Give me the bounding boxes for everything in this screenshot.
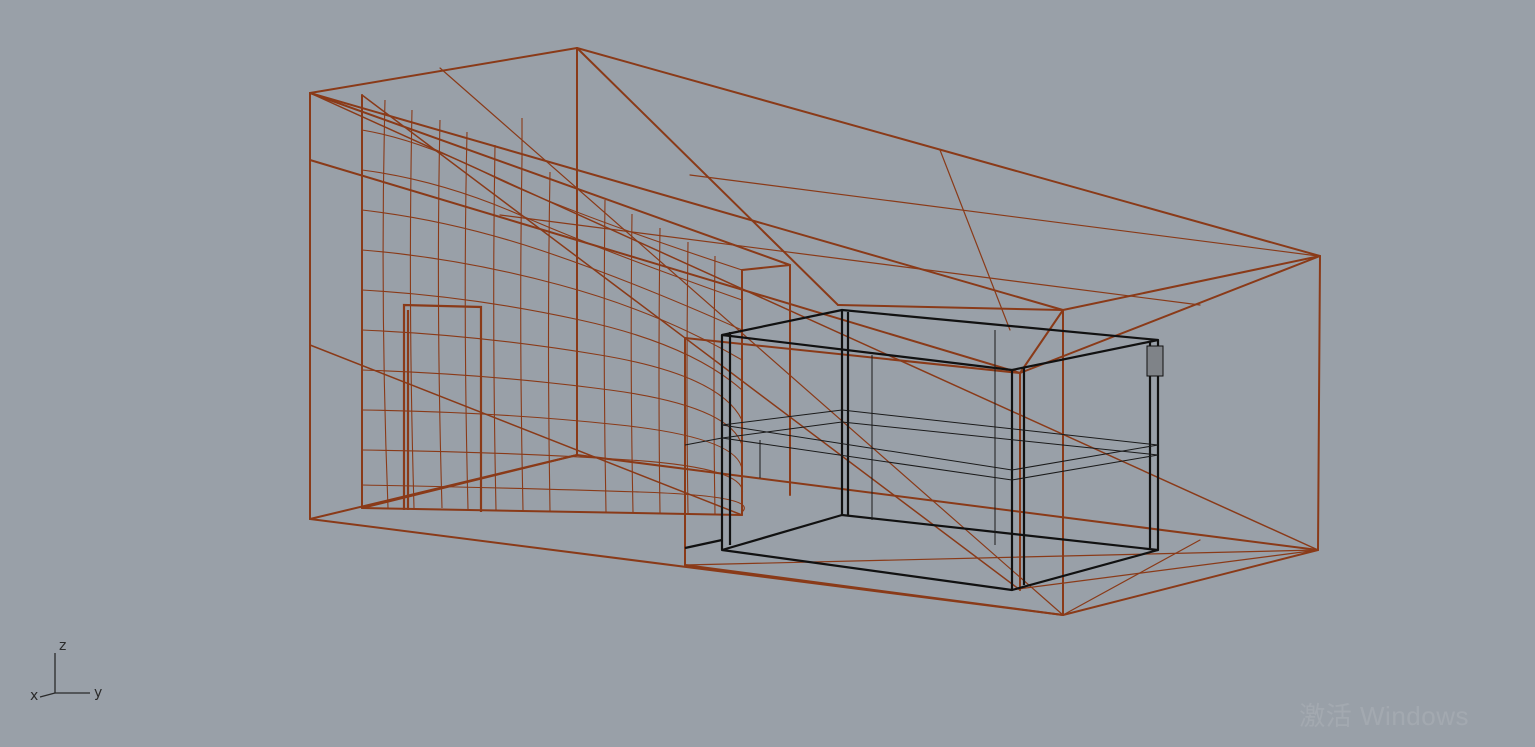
room-edge <box>576 47 839 306</box>
wireframe-scene[interactable]: z y x <box>0 0 1535 747</box>
cabinet-edge <box>684 538 723 550</box>
x-axis-line <box>39 692 56 698</box>
mesh-line <box>520 157 524 511</box>
shelf-edge <box>721 409 1159 471</box>
room-shell-wireframe[interactable] <box>309 47 1321 616</box>
mesh-line <box>713 255 716 515</box>
room-edge <box>309 92 1064 311</box>
mesh-line <box>361 169 743 301</box>
room-edge <box>1317 255 1321 551</box>
viewport-canvas[interactable]: z y x 激活 Windows <box>0 0 1535 747</box>
room-edge <box>1062 549 1319 616</box>
mesh-line <box>658 227 661 514</box>
cabinet-wireframe[interactable] <box>684 308 1160 592</box>
z-axis-label: z <box>59 638 66 654</box>
room-edge <box>939 149 1011 331</box>
room-edge <box>1062 539 1201 616</box>
mesh-line <box>361 129 743 271</box>
room-edge <box>439 67 1064 616</box>
room-edge <box>837 304 1064 311</box>
room-edge <box>576 47 1321 257</box>
cabinet-hinge-block <box>1146 345 1164 377</box>
room-edge <box>361 454 578 509</box>
cabinet-edge <box>720 308 1160 372</box>
x-axis-label: x <box>30 688 38 704</box>
mesh-line <box>409 109 415 509</box>
room-edge <box>1062 255 1321 311</box>
mesh-line <box>361 484 745 513</box>
axis-gizmo <box>39 653 90 698</box>
room-edge <box>741 264 791 271</box>
mesh-line <box>630 213 634 513</box>
shelf-edge <box>721 421 1159 481</box>
cabinet-edge <box>721 513 843 552</box>
mesh-line <box>382 99 389 509</box>
shelf-edge <box>684 437 723 446</box>
mesh-line <box>437 119 443 509</box>
room-edge <box>689 174 1319 257</box>
y-axis-label: y <box>94 685 102 701</box>
mesh-line <box>493 144 497 511</box>
mesh-line <box>547 171 551 512</box>
cabinet-edge <box>840 310 1160 552</box>
room-edge <box>1019 255 1321 374</box>
